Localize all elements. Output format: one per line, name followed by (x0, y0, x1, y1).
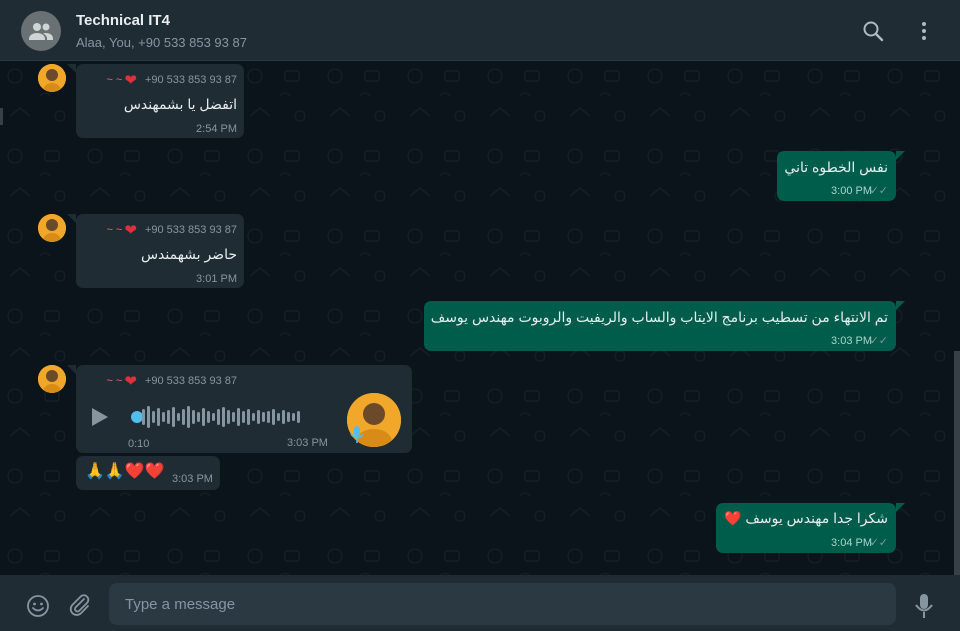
message-bubble-outgoing[interactable]: شكرا جدا مهندس يوسف ❤️ 3:04 PM ✓✓ (716, 503, 896, 553)
chat-area[interactable]: ~ ~ ❤ +90 533 853 93 87 اتفضل يا بشمهندس … (0, 61, 960, 575)
paperclip-icon (69, 594, 90, 616)
sender-phone: +90 533 853 93 87 (144, 74, 237, 86)
message-bubble-incoming[interactable]: 🙏🙏❤️❤️ 3:03 PM (76, 456, 220, 490)
play-button[interactable] (88, 406, 110, 428)
message-bubble-incoming[interactable]: ~ ~ ❤ +90 533 853 93 87 اتفضل يا بشمهندس … (76, 64, 244, 138)
sender-name: ~ ~ ❤ (106, 72, 137, 89)
heart-icon: ❤ (124, 72, 137, 89)
message-time: 3:00 PM (831, 185, 872, 197)
message-time: 3:03 PM (287, 437, 328, 449)
sender-name: ~ ~ ❤ (106, 373, 137, 390)
message-input[interactable] (109, 583, 896, 625)
attach-button[interactable] (68, 593, 92, 617)
message-text: شكرا جدا مهندس يوسف ❤️ (724, 510, 888, 526)
voice-waveform[interactable] (142, 405, 300, 429)
play-icon (92, 408, 108, 426)
heart-icon: ❤ (124, 222, 137, 239)
menu-button[interactable] (916, 20, 932, 42)
voice-duration: 0:10 (128, 438, 150, 450)
microphone-badge-icon (350, 426, 364, 444)
group-icon (29, 23, 53, 40)
sender-phone: +90 533 853 93 87 (144, 224, 237, 236)
message-bubble-outgoing[interactable]: نفس الخطوه تاني 3:00 PM ✓✓ (777, 151, 896, 201)
heart-icon: ❤ (124, 373, 137, 390)
message-bubble-outgoing[interactable]: تم الانتهاء من تسطيب برنامج الايتاب والس… (424, 301, 896, 351)
message-time: 3:04 PM (831, 537, 872, 549)
chat-title[interactable]: Technical IT4 (76, 12, 170, 29)
message-text: حاضر بشهمندس (140, 246, 237, 262)
scrollbar[interactable] (954, 351, 960, 575)
double-check-icon: ✓✓ (869, 335, 888, 347)
message-text: اتفضل يا بشمهندس (123, 96, 237, 112)
voice-message-bubble[interactable]: ~ ~ ❤ +90 533 853 93 87 0:10 3:03 PM (76, 365, 412, 453)
message-bubble-incoming[interactable]: ~ ~ ❤ +90 533 853 93 87 حاضر بشهمندس 3:01… (76, 214, 244, 288)
more-vert-icon (922, 22, 926, 40)
sender-avatar[interactable] (38, 365, 66, 393)
sender-phone: +90 533 853 93 87 (144, 375, 237, 387)
chat-participants[interactable]: Alaa, You, +90 533 853 93 87 (76, 35, 247, 50)
sender-avatar[interactable] (38, 64, 66, 92)
message-emoji-text: 🙏🙏❤️❤️ (85, 463, 165, 480)
double-check-icon: ✓✓ (869, 537, 888, 549)
chat-header: Technical IT4 Alaa, You, +90 533 853 93 … (0, 0, 960, 61)
search-icon (863, 21, 884, 42)
scroll-marker (0, 108, 3, 125)
double-check-icon: ✓✓ (869, 185, 888, 197)
message-text: تم الانتهاء من تسطيب برنامج الايتاب والس… (430, 309, 888, 325)
sender-name: ~ ~ ❤ (106, 222, 137, 239)
group-avatar[interactable] (21, 11, 61, 51)
message-time: 3:03 PM (831, 335, 872, 347)
message-text: نفس الخطوه تاني (784, 159, 888, 175)
emoji-button[interactable] (26, 594, 50, 618)
message-time: 2:54 PM (196, 123, 237, 135)
microphone-icon (915, 594, 933, 618)
search-button[interactable] (862, 20, 884, 42)
compose-bar (0, 575, 960, 631)
message-time: 3:01 PM (196, 273, 237, 285)
emoji-icon (27, 595, 49, 617)
sender-avatar[interactable] (38, 214, 66, 242)
message-time: 3:03 PM (172, 473, 213, 485)
voice-record-button[interactable] (914, 593, 934, 619)
